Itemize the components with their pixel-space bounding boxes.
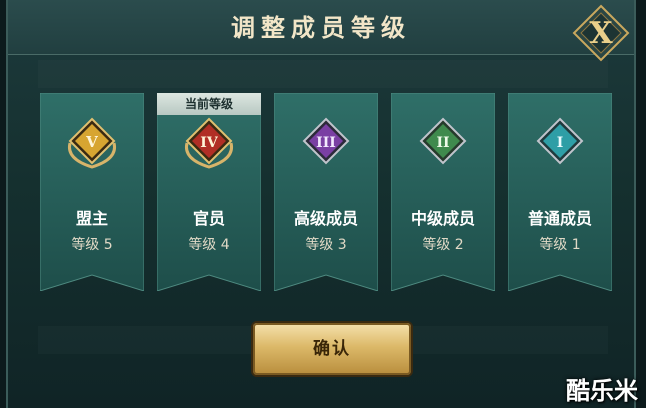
rank-numeral: II: [436, 135, 449, 151]
rank-numeral: V: [85, 133, 98, 151]
rank-four-badge-icon: IV: [184, 117, 234, 169]
rank-card-2[interactable]: II 中级成员 等级 2: [391, 93, 495, 291]
rank-two-badge-icon: II: [419, 117, 467, 165]
role-level: 等级 3: [305, 237, 347, 253]
rank-numeral: IV: [200, 135, 219, 151]
rank-numeral: I: [557, 135, 564, 151]
close-icon: X: [572, 4, 630, 62]
role-name: 官员: [192, 209, 225, 228]
rank-card-4[interactable]: 当前等级 IV 官员 等级 4: [157, 93, 261, 291]
role-name: 盟主: [75, 209, 108, 228]
role-name: 中级成员: [410, 209, 475, 228]
close-button[interactable]: X: [572, 4, 630, 62]
dialog-title: 调整成员等级: [231, 14, 411, 42]
rank-three-badge-icon: III: [302, 117, 350, 165]
rank-five-badge-icon: V: [67, 117, 117, 169]
rank-card-1[interactable]: I 普通成员 等级 1: [508, 93, 612, 291]
watermark-text: 酷乐米: [566, 377, 638, 405]
role-level: 等级 4: [188, 237, 230, 253]
role-level: 等级 5: [71, 237, 113, 253]
dialog-header: 调整成员等级: [8, 0, 634, 55]
confirm-button[interactable]: 确认: [253, 323, 411, 375]
role-level: 等级 1: [539, 237, 581, 253]
rank-one-badge-icon: I: [536, 117, 584, 165]
role-name: 高级成员: [293, 209, 358, 228]
current-rank-tag: 当前等级: [157, 93, 261, 115]
rank-numeral: III: [316, 135, 336, 151]
role-level: 等级 2: [422, 237, 464, 253]
role-name: 普通成员: [527, 209, 592, 228]
rank-card-3[interactable]: III 高级成员 等级 3: [274, 93, 378, 291]
adjust-rank-dialog: 调整成员等级 X V 盟主 等级 5 当前等级 IV 官员 等级 4 III 高…: [6, 0, 636, 408]
close-label: X: [589, 16, 613, 51]
background-row: [38, 60, 608, 88]
rank-card-5[interactable]: V 盟主 等级 5: [40, 93, 144, 291]
